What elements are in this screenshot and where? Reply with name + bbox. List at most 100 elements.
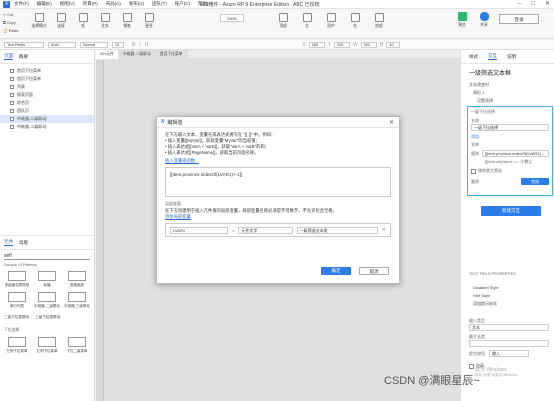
page-item[interactable]: 首页下拉菜单 bbox=[0, 67, 94, 75]
page-item[interactable]: 列表 bbox=[0, 83, 94, 91]
menu-publish[interactable]: 发布(U) bbox=[129, 1, 144, 7]
paste-button[interactable]: 📋 Paste bbox=[3, 27, 19, 35]
page-item[interactable]: 中继器-二级联动 bbox=[0, 123, 94, 131]
widget-label[interactable]: 二级下拉框联动 bbox=[4, 315, 29, 320]
align-left-button[interactable]: 左 bbox=[296, 13, 318, 29]
menu-project[interactable]: 项目(P) bbox=[83, 1, 98, 7]
zoom-select[interactable]: 100% bbox=[220, 14, 244, 22]
tab-masters[interactable]: 母版 bbox=[19, 240, 28, 246]
style-select[interactable]: Text Fields bbox=[4, 41, 44, 48]
tab-outline[interactable]: 概要 bbox=[19, 54, 28, 60]
x-input[interactable]: 265 bbox=[308, 41, 325, 48]
ok-button[interactable]: 确定 bbox=[321, 267, 351, 275]
underline-icon[interactable]: U bbox=[145, 42, 149, 48]
page-item[interactable]: 搜索页面 bbox=[0, 91, 94, 99]
close-icon[interactable]: ✕ bbox=[389, 119, 394, 126]
font-size-select[interactable]: 13 bbox=[112, 41, 124, 48]
edit-value-dialog: X 编辑值 ✕ 在下方输入文本，变量名或表达式要写在 "[[ ]]" 中。例如：… bbox=[156, 116, 400, 284]
login-button[interactable]: 登录 bbox=[499, 14, 539, 24]
rect-button[interactable]: 矩 bbox=[72, 13, 94, 29]
filter-rule-input[interactable]: [[Item.province.indexOf(LVAR1)... bbox=[482, 150, 549, 157]
var-target-select[interactable]: 一级筛选文本框 bbox=[296, 226, 378, 234]
library-tabs: 元件 母版 bbox=[0, 235, 94, 250]
tab-notes[interactable]: 说明 bbox=[507, 54, 516, 60]
select-mode-button[interactable]: 选择模式 bbox=[28, 13, 50, 29]
input-type-select[interactable]: 文本 bbox=[469, 324, 549, 331]
widget-label[interactable]: 三级下拉框联动 bbox=[35, 315, 60, 320]
cut-button[interactable]: ✂ Cut bbox=[3, 11, 19, 19]
widget-item[interactable]: 轮播 bbox=[32, 271, 62, 288]
page-item[interactable]: 综合页 bbox=[0, 99, 94, 107]
add-local-var-link[interactable]: 添加局部变量 bbox=[165, 214, 391, 220]
tab-style[interactable]: 样式 bbox=[469, 54, 478, 60]
widget-item[interactable]: 中继器-二级联动 bbox=[32, 292, 62, 309]
widget-item[interactable]: 多级面包屑导航 bbox=[2, 271, 32, 288]
add-filter-link[interactable]: 添加 bbox=[471, 134, 549, 140]
tab-pages[interactable]: 页面 bbox=[4, 53, 13, 60]
tab-canvas-page[interactable]: 首页下拉菜单 bbox=[155, 49, 188, 59]
insert-variable-link[interactable]: 插入变量或函数... bbox=[165, 158, 391, 164]
var-type-select[interactable]: 元件文字 bbox=[238, 226, 293, 234]
font-select[interactable]: Arial bbox=[48, 41, 76, 48]
preview-button[interactable]: 预览 bbox=[455, 12, 469, 28]
share-button[interactable]: 共享 bbox=[477, 12, 491, 28]
menu-account[interactable]: 账户(C) bbox=[175, 1, 190, 7]
checkbox-icon[interactable] bbox=[469, 363, 474, 369]
popup-name-input[interactable]: 一级下拉选择 bbox=[471, 124, 549, 131]
menu-view[interactable]: 视图(V) bbox=[60, 1, 75, 7]
menu-file[interactable]: 文件(F) bbox=[14, 1, 29, 7]
copy-label: Copy bbox=[6, 21, 16, 25]
close-icon[interactable]: ✕ bbox=[545, 0, 550, 7]
disabled-style-item[interactable]: Disabled Style bbox=[473, 284, 499, 292]
section-label[interactable]: 下拉选择 bbox=[0, 320, 94, 333]
connect-button[interactable]: 连接 bbox=[50, 13, 72, 29]
new-interaction-button[interactable]: 新建交互 bbox=[481, 206, 541, 216]
italic-icon[interactable]: I bbox=[139, 42, 140, 48]
weight-select[interactable]: Normal bbox=[80, 41, 108, 48]
checkbox-icon[interactable] bbox=[471, 168, 476, 174]
more-button[interactable]: 更多 bbox=[138, 13, 160, 29]
hint-style-item[interactable]: Hint Style bbox=[473, 292, 499, 300]
widget-item[interactable]: 单行列表 bbox=[2, 292, 32, 309]
delete-var-icon[interactable]: ✕ bbox=[382, 227, 386, 233]
align-bottom-button[interactable]: 底部 bbox=[368, 13, 390, 29]
add-hint-style-link[interactable]: 添加提示样式 bbox=[473, 300, 499, 308]
menu-edit[interactable]: 编辑(E) bbox=[37, 1, 52, 7]
y-input[interactable]: 249 bbox=[334, 41, 351, 48]
align-right-button[interactable]: 右 bbox=[344, 13, 366, 29]
submit-select[interactable]: 输入 bbox=[489, 350, 529, 357]
menu-layout[interactable]: 布局(A) bbox=[106, 1, 121, 7]
tab-canvas-page[interactable]: 中继器-二级联动 bbox=[118, 49, 156, 59]
widget-item[interactable]: 中继器-三级联动 bbox=[62, 292, 92, 309]
h-input[interactable]: 40 bbox=[386, 41, 401, 48]
maximize-icon[interactable]: □ bbox=[531, 1, 535, 7]
page-item[interactable]: 团队页 bbox=[0, 107, 94, 115]
w-input[interactable]: 300 bbox=[360, 41, 377, 48]
widget-search-input[interactable]: self bbox=[4, 253, 90, 260]
widget-item[interactable]: 表格面板 bbox=[62, 271, 92, 288]
menu-team[interactable]: 团队(T) bbox=[152, 1, 167, 7]
widget-item[interactable]: 左侧下拉菜单 bbox=[32, 337, 62, 354]
text-button[interactable]: 文本 bbox=[94, 13, 116, 29]
done-button[interactable]: 完成 bbox=[521, 178, 549, 185]
max-length-input[interactable] bbox=[469, 340, 549, 347]
copy-button[interactable]: ⧉ Copy bbox=[3, 19, 19, 27]
page-item[interactable]: 首页下拉菜单 bbox=[0, 75, 94, 83]
widget-item[interactable]: 左侧下拉菜单 bbox=[2, 337, 32, 354]
align-center-button[interactable]: 居中 bbox=[320, 13, 342, 29]
cancel-button[interactable]: 取消 bbox=[359, 267, 389, 275]
expression-textarea[interactable]: [[Item.province.indexOf(LVAR1)>-1]] bbox=[165, 167, 391, 197]
widget-item[interactable]: 下拉二级菜单 bbox=[62, 337, 92, 354]
var-name-input[interactable]: LVAR1 bbox=[170, 226, 229, 234]
tab-widgets[interactable]: 元件 bbox=[4, 239, 13, 246]
delete-button[interactable]: 删除 bbox=[471, 179, 479, 185]
remove-other-row[interactable]: 移除其它筛选 bbox=[471, 168, 549, 174]
align-top-button[interactable]: 顶部 bbox=[272, 13, 294, 29]
tab-interactions[interactable]: 交互 bbox=[488, 53, 497, 60]
minimize-icon[interactable]: – bbox=[518, 1, 521, 7]
tab-canvas-page[interactable]: 001元件 bbox=[96, 49, 119, 59]
dialog-title: 编辑值 bbox=[167, 119, 183, 126]
pen-button[interactable]: 钢笔 bbox=[116, 13, 138, 29]
bold-icon[interactable]: B bbox=[132, 42, 135, 48]
page-item-selected[interactable]: 中继器-二级联动 bbox=[0, 115, 94, 123]
